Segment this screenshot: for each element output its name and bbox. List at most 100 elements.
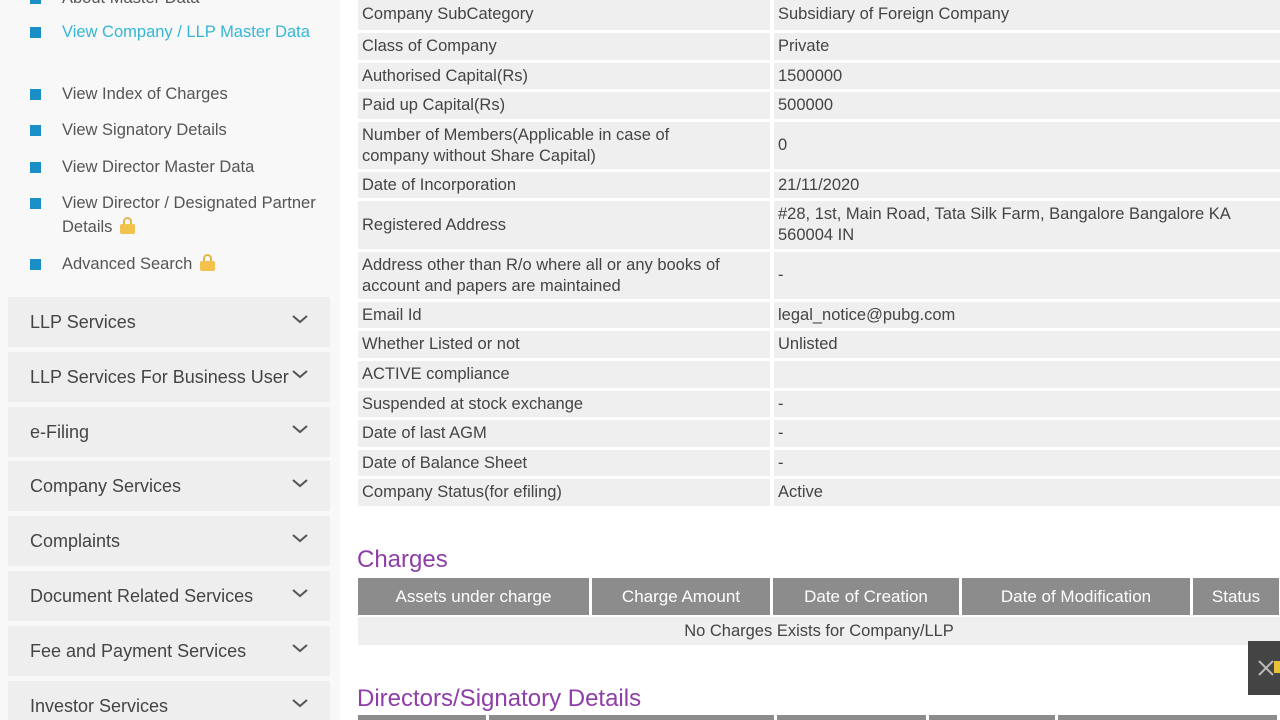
table-row: Number of Members(Applicable in case of … — [358, 122, 1280, 172]
accordion-label: LLP Services — [30, 311, 136, 332]
detail-label: Number of Members(Applicable in case of … — [358, 122, 770, 169]
sidebar-link-signatory-details[interactable]: View Signatory Details — [30, 118, 322, 142]
table-row: Paid up Capital(Rs) 500000 — [358, 92, 1280, 122]
chevron-down-icon — [292, 479, 308, 488]
table-row: Date of last AGM - — [358, 420, 1280, 450]
sidebar-link-label: Advanced Search — [62, 255, 193, 273]
table-row: Address other than R/o where all or any … — [358, 252, 1280, 302]
column-header[interactable]: Date of Modification — [962, 578, 1190, 615]
table-row: Whether Listed or not Unlisted — [358, 331, 1280, 361]
chevron-down-icon — [292, 370, 308, 379]
column-header[interactable]: Date of Creation — [773, 578, 959, 615]
accordion-llp-services[interactable]: LLP Services — [8, 297, 330, 347]
detail-value — [774, 361, 1280, 388]
company-details-table: Company SubCategory Subsidiary of Foreig… — [358, 0, 1280, 509]
detail-value: legal_notice@pubg.com — [774, 302, 1280, 328]
detail-label: Paid up Capital(Rs) — [358, 92, 770, 119]
chevron-down-icon — [292, 644, 308, 653]
column-header[interactable]: Assets under charge — [358, 578, 589, 615]
accordion-company-services[interactable]: Company Services — [8, 461, 330, 511]
detail-value: Private — [774, 33, 1280, 60]
bullet-icon — [30, 198, 41, 209]
accordion-llp-services-business-user[interactable]: LLP Services For Business User — [8, 352, 330, 402]
close-icon — [1258, 660, 1280, 676]
directors-section-title: Directors/Signatory Details — [357, 685, 642, 712]
column-header[interactable]: Charge Amount — [592, 578, 770, 615]
detail-label: Email Id — [358, 302, 770, 328]
sidebar-link-label: View Company / LLP Master Data — [62, 23, 310, 41]
sidebar-link-company-master-data[interactable]: View Company / LLP Master Data — [30, 20, 322, 44]
table-row: Date of Incorporation 21/11/2020 — [358, 172, 1280, 201]
column-header — [488, 715, 774, 720]
directors-table-header — [358, 715, 1280, 720]
lock-icon — [120, 217, 136, 234]
charges-table: Assets under charge Charge Amount Date o… — [358, 578, 1280, 645]
table-row: Email Id legal_notice@pubg.com — [358, 302, 1280, 331]
charges-table-header: Assets under charge Charge Amount Date o… — [358, 578, 1280, 615]
accordion-fee-and-payment-services[interactable]: Fee and Payment Services — [8, 626, 330, 676]
lock-icon — [200, 254, 216, 271]
detail-value: - — [774, 420, 1280, 447]
detail-label: Date of last AGM — [358, 420, 770, 447]
detail-label: Suspended at stock exchange — [358, 391, 770, 417]
table-row: Company SubCategory Subsidiary of Foreig… — [358, 0, 1280, 33]
accordion-document-related-services[interactable]: Document Related Services — [8, 571, 330, 621]
chevron-down-icon — [292, 315, 308, 324]
detail-value: 1500000 — [774, 63, 1280, 89]
detail-label: Date of Incorporation — [358, 172, 770, 198]
detail-value: #28, 1st, Main Road, Tata Silk Farm, Ban… — [774, 201, 1280, 249]
accordion-label: LLP Services For Business User — [30, 366, 289, 387]
table-row: Registered Address #28, 1st, Main Road, … — [358, 201, 1280, 252]
bullet-icon — [30, 89, 41, 100]
column-header — [358, 715, 486, 720]
charges-empty-message: No Charges Exists for Company/LLP — [358, 617, 1280, 645]
scroll-to-top-button[interactable] — [1248, 641, 1280, 695]
detail-label: Authorised Capital(Rs) — [358, 63, 770, 89]
accordion-label: Investor Services — [30, 695, 169, 716]
accordion-label: Fee and Payment Services — [30, 640, 247, 661]
sidebar-link-label: View Director Master Data — [62, 158, 255, 176]
column-header[interactable]: Status — [1193, 578, 1279, 615]
accordion-label: Complaints — [30, 530, 121, 551]
table-row: Company Status(for efiling) Active — [358, 479, 1280, 509]
accordion-label: e-Filing — [30, 421, 90, 442]
accordion-complaints[interactable]: Complaints — [8, 516, 330, 566]
sidebar-link-director-master-data[interactable]: View Director Master Data — [30, 155, 322, 179]
accordion-label: Document Related Services — [30, 585, 254, 606]
sidebar-link-designated-partner-details[interactable]: View Director / Designated Partner Detai… — [30, 191, 322, 239]
accordion-e-filing[interactable]: e-Filing — [8, 407, 330, 457]
accordion-label: Company Services — [30, 475, 182, 496]
detail-label: Registered Address — [358, 201, 770, 249]
detail-value: Active — [774, 479, 1280, 506]
detail-value: - — [774, 252, 1280, 299]
sidebar-link-label: View Index of Charges — [62, 85, 228, 103]
sidebar-link-advanced-search[interactable]: Advanced Search — [30, 252, 322, 276]
bullet-icon — [30, 162, 41, 173]
bullet-icon — [30, 259, 41, 270]
sidebar-link-index-of-charges[interactable]: View Index of Charges — [30, 82, 322, 106]
column-header — [929, 715, 1055, 720]
detail-label: Date of Balance Sheet — [358, 450, 770, 476]
column-header — [1057, 715, 1277, 720]
detail-label: Company SubCategory — [358, 0, 770, 30]
detail-label: Address other than R/o where all or any … — [358, 252, 770, 299]
table-row: Class of Company Private — [358, 33, 1280, 63]
detail-label: Whether Listed or not — [358, 331, 770, 358]
table-row: ACTIVE compliance — [358, 361, 1280, 391]
table-row: Suspended at stock exchange - — [358, 391, 1280, 420]
detail-value: - — [774, 391, 1280, 417]
detail-value: - — [774, 450, 1280, 476]
detail-value: 0 — [774, 122, 1280, 169]
column-header — [776, 715, 927, 720]
bullet-icon — [30, 27, 41, 38]
bullet-icon — [30, 0, 41, 4]
detail-value: Subsidiary of Foreign Company — [774, 0, 1280, 30]
detail-label: Company Status(for efiling) — [358, 479, 770, 506]
sidebar-link-about-master-data[interactable]: About Master Data — [30, 0, 322, 10]
sidebar-link-label: View Director / Designated Partner Detai… — [62, 194, 316, 236]
chevron-down-icon — [292, 699, 308, 708]
accordion-investor-services[interactable]: Investor Services — [8, 681, 330, 720]
sidebar: About Master Data View Company / LLP Mas… — [0, 0, 340, 720]
bullet-icon — [30, 125, 41, 136]
detail-value: Unlisted — [774, 331, 1280, 358]
